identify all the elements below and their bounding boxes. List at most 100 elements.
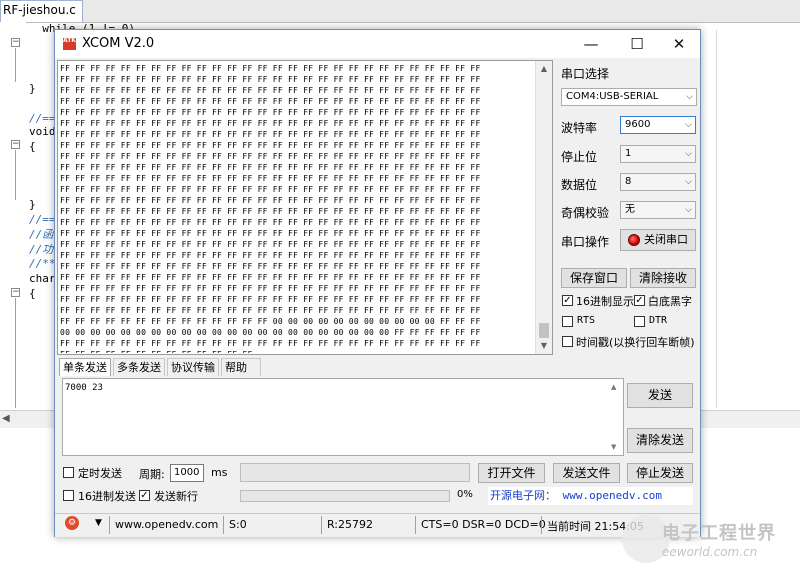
scroll-down-icon[interactable]: ▼ <box>611 443 616 451</box>
settings-gear-icon[interactable]: ⚙ <box>65 516 79 530</box>
close-port-label: 关闭串口 <box>644 233 688 246</box>
scroll-thumb[interactable] <box>539 323 549 338</box>
receive-line: FF FF FF FF FF FF FF FF FF FF FF FF FF F… <box>60 240 481 249</box>
minimize-button[interactable]: — <box>571 32 611 56</box>
white-black-label: 白底黑字 <box>648 295 692 308</box>
scroll-up-icon[interactable]: ▲ <box>536 61 552 77</box>
period-label: 周期: <box>139 468 165 481</box>
receive-line: FF FF FF FF FF FF FF FF FF FF FF FF FF F… <box>60 339 481 348</box>
receive-line: FF FF FF FF FF FF FF FF FF FF FF FF FF F… <box>60 295 481 304</box>
tab-help[interactable]: 帮助 <box>221 358 261 376</box>
scroll-up-icon[interactable]: ▲ <box>611 383 616 391</box>
receive-line: FF FF FF FF FF FF FF FF FF FF FF FF FF F… <box>60 284 481 293</box>
receive-line: FF FF FF FF FF FF FF FF FF FF FF FF FF F… <box>60 262 481 271</box>
port-value: COM4:USB-SERIAL <box>566 91 659 102</box>
receive-line: FF FF FF FF FF FF FF FF FF FF FF FF FF F… <box>60 64 481 73</box>
open-file-button[interactable]: 打开文件 <box>478 463 545 483</box>
parity-value: 无 <box>625 204 635 215</box>
rts-label: RTS <box>577 315 596 326</box>
rts-checkbox[interactable] <box>562 316 573 327</box>
chevron-down-icon: ⌵ <box>686 92 693 102</box>
maximize-button[interactable]: ☐ <box>617 32 657 56</box>
tab-protocol[interactable]: 协议传输 <box>167 358 219 376</box>
code-line: { <box>29 287 36 300</box>
hex-display-checkbox[interactable]: ✓ <box>562 295 573 306</box>
tab-multi-send[interactable]: 多条发送 <box>113 358 165 376</box>
fold-minus-icon[interactable]: − <box>11 38 20 47</box>
stop-send-button[interactable]: 停止发送 <box>627 463 693 483</box>
port-select[interactable]: COM4:USB-SERIAL ⌵ <box>561 88 697 106</box>
parity-select[interactable]: 无 ⌵ <box>620 201 696 219</box>
code-line: } <box>29 82 36 95</box>
send-newline-checkbox[interactable]: ✓ <box>139 490 150 501</box>
status-dropdown-icon[interactable]: ▼ <box>95 518 102 528</box>
receive-line: FF FF FF FF FF FF FF FF FF FF FF FF FF F… <box>60 218 481 227</box>
receive-line: FF FF FF FF FF FF FF FF FF FF FF FF FF F… <box>60 163 481 172</box>
timed-send-label: 定时发送 <box>78 467 122 480</box>
hex-send-label: 16进制发送 <box>78 490 136 503</box>
code-line: char <box>29 272 56 285</box>
status-bar: ⚙ ▼ www.openedv.com S:0 R:25792 CTS=0 DS… <box>55 513 700 537</box>
white-black-checkbox[interactable]: ✓ <box>634 295 645 306</box>
data-bits-select[interactable]: 8 ⌵ <box>620 173 696 191</box>
receive-line: FF FF FF FF FF FF FF FF FF FF FF FF FF F… <box>60 152 481 161</box>
save-window-button[interactable]: 保存窗口 <box>561 268 627 288</box>
editor-tab[interactable]: RF-jieshou.c <box>0 0 83 22</box>
receive-line: FF FF FF FF FF FF FF FF FF FF FF FF FF F… <box>60 119 481 128</box>
status-received-count: R:25792 <box>327 518 374 531</box>
timed-send-checkbox[interactable] <box>63 467 74 478</box>
fold-minus-icon[interactable]: − <box>11 140 20 149</box>
parity-label: 奇偶校验 <box>561 206 610 220</box>
dtr-checkbox[interactable] <box>634 316 645 327</box>
close-port-button[interactable]: 关闭串口 <box>620 229 696 251</box>
receive-line: 00 00 00 00 00 00 00 00 00 00 00 00 00 0… <box>60 328 481 337</box>
title-bar[interactable]: ATK XCOM V2.0 — ☐ ✕ <box>55 30 700 58</box>
send-button[interactable]: 发送 <box>627 383 693 408</box>
watermark-en: eeworld.com.cn <box>662 545 758 559</box>
status-separator <box>415 516 416 534</box>
scroll-left-icon[interactable]: ◀ <box>2 413 10 424</box>
fold-line <box>15 298 16 408</box>
editor-tabstrip: RF-jieshou.c <box>0 0 800 23</box>
scroll-down-icon[interactable]: ▼ <box>536 338 552 354</box>
receive-area[interactable]: FF FF FF FF FF FF FF FF FF FF FF FF FF F… <box>57 60 553 355</box>
stop-bits-select[interactable]: 1 ⌵ <box>620 145 696 163</box>
stop-bits-label: 停止位 <box>561 150 598 164</box>
send-scrollbar[interactable]: ▲ ▼ <box>609 379 623 455</box>
send-text: 7000 23 <box>65 383 103 393</box>
receive-line: FF FF FF FF FF FF FF FF FF FF FF FF FF F… <box>60 75 481 84</box>
chevron-down-icon: ⌵ <box>685 120 692 130</box>
receive-scrollbar[interactable]: ▲ ▼ <box>535 61 552 354</box>
receive-line: FF FF FF FF FF FF FF FF FF FF FF FF FF F… <box>60 141 481 150</box>
fold-minus-icon[interactable]: − <box>11 288 20 297</box>
receive-line: FF FF FF FF FF FF FF FF FF FF FF FF FF F… <box>60 207 481 216</box>
receive-line: FF FF FF FF FF FF FF FF FF FF FF FF FF F… <box>60 251 481 260</box>
baud-select[interactable]: 9600 ⌵ <box>620 116 696 134</box>
clear-receive-button[interactable]: 清除接收 <box>630 268 696 288</box>
app-icon-text: ATK <box>63 37 76 44</box>
status-separator <box>109 516 110 534</box>
status-sent-count: S:0 <box>229 518 247 531</box>
send-input[interactable]: 7000 23 ▲ ▼ <box>62 378 624 456</box>
receive-line: FF FF FF FF FF FF FF FF FF FF FF FF FF F… <box>60 196 481 205</box>
status-separator <box>223 516 224 534</box>
code-comment: //功 <box>29 243 54 256</box>
receive-line: FF FF FF FF FF FF FF FF FF FF FF FF FF F… <box>60 130 481 139</box>
receive-line: FF FF FF FF FF FF FF FF FF FF FF FF FF F… <box>60 174 481 183</box>
eeworld-watermark: 电子工程世界 eeworld.com.cn <box>622 515 798 567</box>
period-unit: ms <box>211 466 228 479</box>
receive-line: FF FF FF FF FF FF FF FF FF FF FF FF FF F… <box>60 108 481 117</box>
receive-line: FF FF FF FF FF FF FF FF FF FF FF FF FF F… <box>60 317 481 326</box>
clear-send-button[interactable]: 清除发送 <box>627 428 693 453</box>
timestamp-checkbox[interactable] <box>562 336 573 347</box>
tab-single-send[interactable]: 单条发送 <box>59 358 111 376</box>
openedv-ad-link[interactable]: 开源电子网： www.openedv.com <box>488 487 693 505</box>
period-input[interactable]: 1000 <box>170 464 204 482</box>
hex-send-checkbox[interactable] <box>63 490 74 501</box>
status-url[interactable]: www.openedv.com <box>115 518 218 531</box>
send-progress-bar <box>240 490 450 502</box>
app-icon: ATK <box>63 38 76 50</box>
dtr-label: DTR <box>649 315 668 326</box>
close-button[interactable]: ✕ <box>659 32 699 56</box>
send-file-button[interactable]: 发送文件 <box>553 463 620 483</box>
